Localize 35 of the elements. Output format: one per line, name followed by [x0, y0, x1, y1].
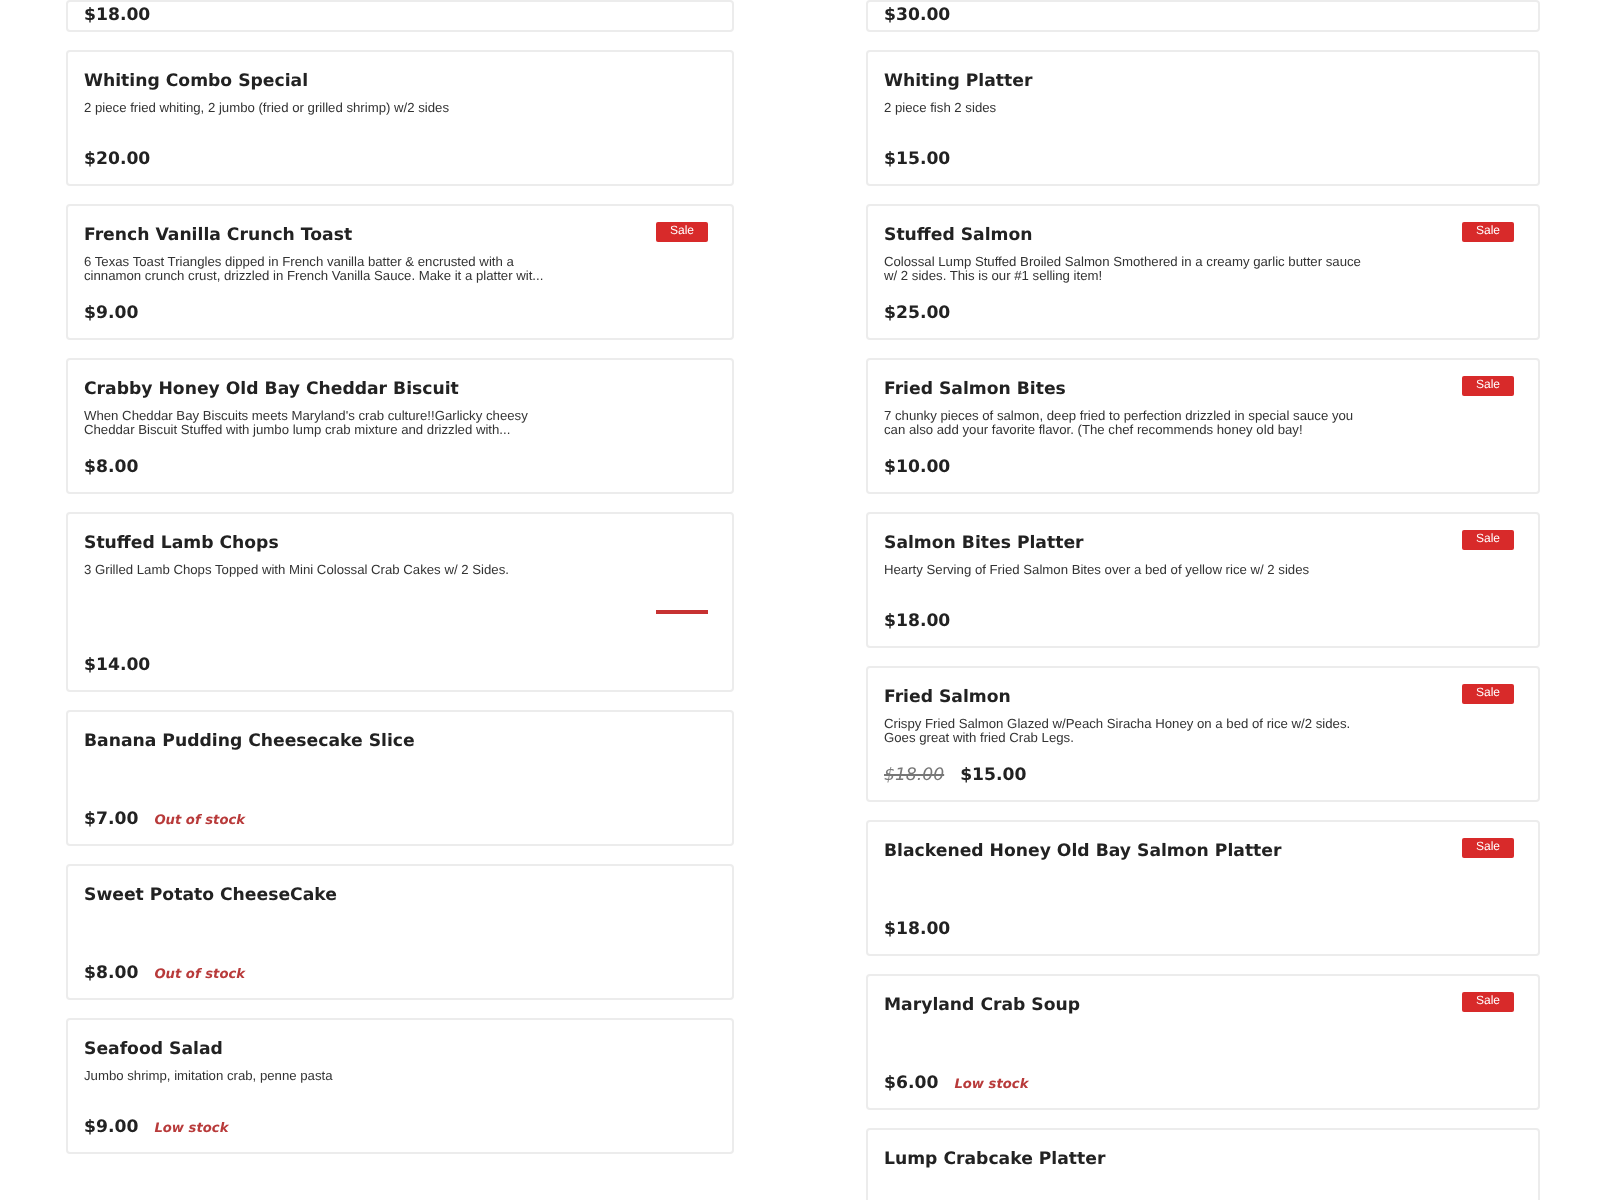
item-price: $15.00 — [960, 766, 1027, 786]
item-price: $7.00 — [84, 810, 139, 830]
menu-item-card[interactable]: $18.00 — [66, 0, 734, 32]
item-name: Fried Salmon — [884, 688, 1011, 708]
item-name: Banana Pudding Cheesecake Slice — [84, 732, 415, 752]
item-name: Whiting Combo Special — [84, 72, 309, 92]
item-name: Lump Crabcake Platter — [884, 1150, 1106, 1170]
item-name: Fried Salmon Bites — [884, 380, 1066, 400]
item-name: French Vanilla Crunch Toast — [84, 226, 353, 246]
item-price: $18.00 — [884, 612, 951, 632]
item-price: $9.00 — [84, 1118, 139, 1138]
item-name: Sweet Potato CheeseCake — [84, 886, 337, 906]
menu-item-card[interactable]: Lump Crabcake Platter — [866, 1128, 1540, 1200]
item-name: Salmon Bites Platter — [884, 534, 1084, 554]
item-name: Seafood Salad — [84, 1040, 223, 1060]
item-name: Maryland Crab Soup — [884, 996, 1081, 1016]
item-name: Stuffed Lamb Chops — [84, 534, 279, 554]
item-name: Blackened Honey Old Bay Salmon Platter — [884, 842, 1282, 862]
item-price: $8.00 — [84, 458, 139, 478]
item-price: $18.00 — [84, 6, 151, 26]
item-price: $8.00 — [84, 964, 139, 984]
item-name: Stuffed Salmon — [884, 226, 1033, 246]
original-price: $18.00 — [884, 766, 945, 786]
item-price: $30.00 — [884, 6, 951, 26]
item-price: $15.00 — [884, 150, 951, 170]
item-name: Whiting Platter — [884, 72, 1033, 92]
item-price: $6.00 — [884, 1074, 939, 1094]
item-price: $9.00 — [84, 304, 139, 324]
menu-item-card[interactable]: $30.00 — [866, 0, 1540, 32]
item-price: $18.00 — [884, 920, 951, 940]
item-price: $20.00 — [84, 150, 151, 170]
item-price: $14.00 — [84, 656, 151, 676]
item-name: Crabby Honey Old Bay Cheddar Biscuit — [84, 380, 459, 400]
item-price: $10.00 — [884, 458, 951, 478]
item-price: $25.00 — [884, 304, 951, 324]
